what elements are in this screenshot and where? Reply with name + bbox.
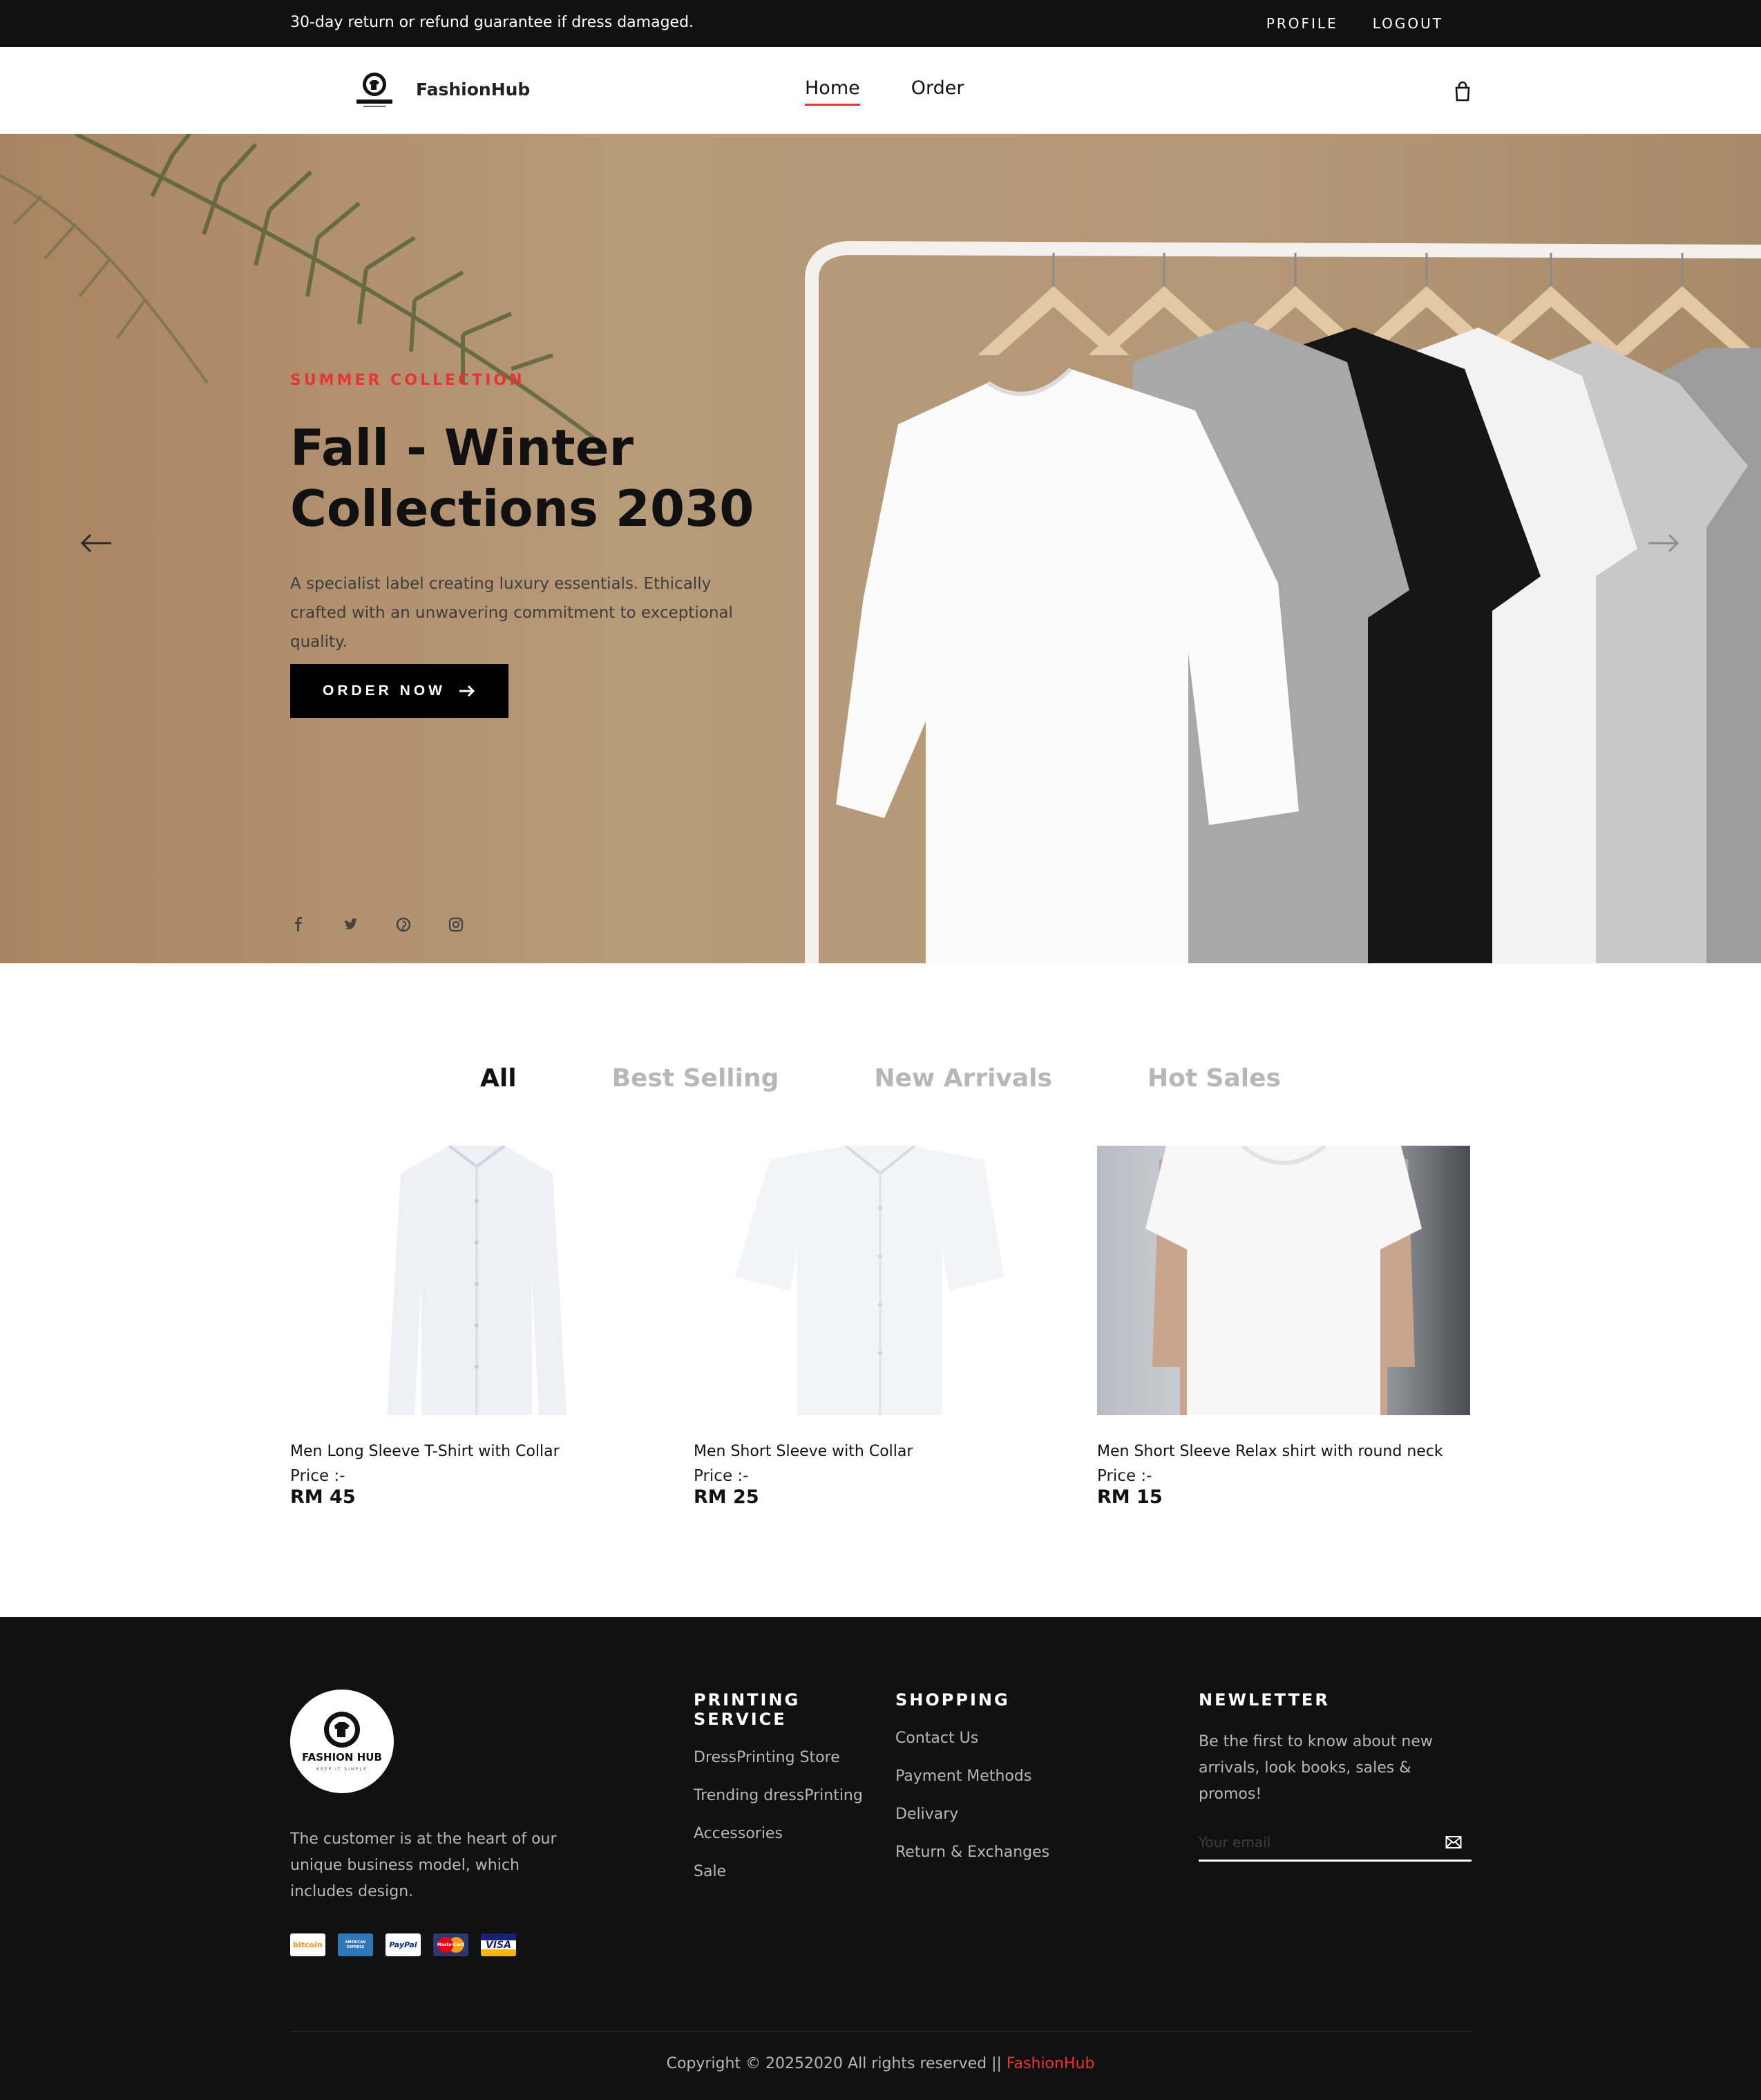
footer-logo-text: FASHION HUB xyxy=(302,1751,382,1763)
nav-home[interactable]: Home xyxy=(805,77,860,106)
product-name[interactable]: Men Short Sleeve with Collar xyxy=(694,1443,1067,1460)
price-label: Price :- xyxy=(1097,1467,1152,1485)
footer-logo-tagline: KEEP IT SIMPLE xyxy=(316,1767,368,1772)
logout-link[interactable]: LOGOUT xyxy=(1373,15,1443,32)
site-header: FashionHub Home Order xyxy=(0,47,1761,134)
announcement-bar: 30-day return or refund guarantee if dre… xyxy=(0,0,1761,47)
hero-clothes-rack-image xyxy=(0,134,1761,963)
footer-link-trending-dressprinting[interactable]: Trending dressPrinting xyxy=(694,1786,866,1805)
shopping-column: SHOPPING Contact Us Payment Methods Deli… xyxy=(895,1690,1103,1881)
product-name[interactable]: Men Long Sleeve T-Shirt with Collar xyxy=(290,1443,663,1460)
hero-description: A specialist label creating luxury essen… xyxy=(290,575,733,651)
hero-title: Fall - Winter Collections 2030 xyxy=(290,419,754,538)
nav-order[interactable]: Order xyxy=(911,77,964,106)
footer-link-delivary[interactable]: Delivary xyxy=(895,1805,1103,1824)
prev-slide-arrow-icon[interactable] xyxy=(79,532,113,554)
brand-name[interactable]: FashionHub xyxy=(416,79,530,100)
tab-hot-sales[interactable]: Hot Sales xyxy=(1148,1064,1281,1092)
pinterest-icon[interactable] xyxy=(395,916,412,933)
return-guarantee-notice: 30-day return or refund guarantee if dre… xyxy=(290,14,694,31)
product-filter-tabs: All Best Selling New Arrivals Hot Sales xyxy=(0,1064,1761,1092)
product-card[interactable]: Men Short Sleeve Relax shirt with round … xyxy=(1097,1146,1470,1508)
order-now-label: ORDER NOW xyxy=(323,683,446,699)
footer-link-return-exchanges[interactable]: Return & Exchanges xyxy=(895,1843,1103,1862)
product-image[interactable] xyxy=(290,1146,663,1415)
arrow-right-icon xyxy=(459,685,475,697)
copyright-label: Copyright © 20252020 All rights reserved… xyxy=(666,2055,1002,2072)
tab-best-selling[interactable]: Best Selling xyxy=(612,1064,779,1092)
printing-service-column: PRINTING SERVICE DressPrinting Store Tre… xyxy=(694,1690,866,1900)
hero-subtitle: SUMMER COLLECTION xyxy=(290,372,525,389)
instagram-icon[interactable] xyxy=(448,916,464,933)
footer-link-contact-us[interactable]: Contact Us xyxy=(895,1729,1103,1748)
product-image[interactable] xyxy=(694,1146,1067,1415)
footer-fashionhub-logo[interactable]: FASHION HUB KEEP IT SIMPLE xyxy=(290,1690,394,1793)
twitter-icon[interactable] xyxy=(343,916,359,933)
shopping-heading: SHOPPING xyxy=(895,1690,1010,1710)
envelope-icon[interactable] xyxy=(1445,1835,1462,1849)
profile-link[interactable]: PROFILE xyxy=(1266,15,1338,32)
footer-link-sale[interactable]: Sale xyxy=(694,1862,866,1881)
footer-divider xyxy=(290,2031,1472,2032)
main-nav: Home Order xyxy=(805,77,964,106)
mastercard-icon: MasterCard xyxy=(433,1933,468,1956)
price-label: Price :- xyxy=(694,1467,749,1485)
product-name[interactable]: Men Short Sleeve Relax shirt with round … xyxy=(1097,1443,1470,1460)
newsletter-column: NEWLETTER Be the first to know about new… xyxy=(1199,1690,1472,1862)
site-footer: FASHION HUB KEEP IT SIMPLE The customer … xyxy=(0,1617,1761,2100)
facebook-icon[interactable] xyxy=(290,916,307,933)
order-now-button[interactable]: ORDER NOW xyxy=(290,664,508,718)
copyright-brand-link[interactable]: FashionHub xyxy=(1007,2055,1095,2072)
amex-icon: AMERICAN EXPRESS xyxy=(338,1933,373,1956)
tab-all[interactable]: All xyxy=(480,1064,517,1092)
hero-banner: SUMMER COLLECTION Fall - Winter Collecti… xyxy=(0,134,1761,963)
product-card[interactable]: Men Short Sleeve with Collar Price :- RM… xyxy=(694,1146,1067,1508)
product-image[interactable] xyxy=(1097,1146,1470,1415)
newsletter-form xyxy=(1199,1828,1472,1862)
newsletter-heading: NEWLETTER xyxy=(1199,1690,1330,1710)
tab-new-arrivals[interactable]: New Arrivals xyxy=(874,1064,1052,1092)
product-price: RM 25 xyxy=(694,1486,759,1508)
payment-methods: bitcoin AMERICAN EXPRESS PayPal MasterCa… xyxy=(290,1933,516,1956)
next-slide-arrow-icon[interactable] xyxy=(1647,532,1680,554)
paypal-icon: PayPal xyxy=(385,1933,421,1956)
copyright-text: Copyright © 20252020 All rights reserved… xyxy=(0,2055,1761,2072)
footer-link-payment-methods[interactable]: Payment Methods xyxy=(895,1767,1103,1786)
product-price: RM 45 xyxy=(290,1486,356,1508)
newsletter-text: Be the first to know about new arrivals,… xyxy=(1199,1733,1433,1803)
social-links xyxy=(290,916,464,933)
bitcoin-icon: bitcoin xyxy=(290,1933,325,1956)
newsletter-email-input[interactable] xyxy=(1199,1828,1427,1856)
product-card[interactable]: Men Long Sleeve T-Shirt with Collar Pric… xyxy=(290,1146,663,1508)
shopping-bag-icon[interactable] xyxy=(1454,82,1472,102)
visa-icon: VISA xyxy=(481,1933,516,1956)
fashionhub-logo-icon[interactable] xyxy=(352,70,397,111)
account-links: PROFILE LOGOUT xyxy=(1266,15,1443,32)
footer-about-text: The customer is at the heart of our uniq… xyxy=(290,1831,557,1900)
product-price: RM 15 xyxy=(1097,1486,1163,1508)
footer-link-accessories[interactable]: Accessories xyxy=(694,1824,866,1843)
price-label: Price :- xyxy=(290,1467,345,1485)
footer-link-dressprinting-store[interactable]: DressPrinting Store xyxy=(694,1748,866,1767)
printing-service-heading: PRINTING SERVICE xyxy=(694,1690,801,1729)
